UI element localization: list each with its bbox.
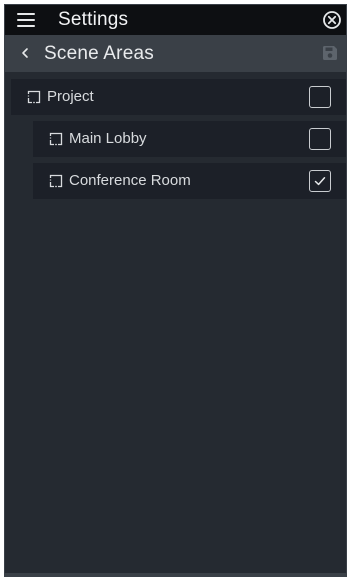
save-disk-icon[interactable]: [322, 45, 338, 61]
area-icon: [27, 90, 41, 104]
area-icon: [49, 174, 63, 188]
list-item-main-lobby[interactable]: Main Lobby: [33, 121, 346, 157]
sub-header: Scene Areas: [5, 35, 346, 72]
checkmark-icon: [314, 177, 326, 186]
bottom-divider: [5, 573, 346, 576]
list-item-label: Main Lobby: [69, 130, 147, 147]
list-item-conference-room[interactable]: Conference Room: [33, 163, 346, 199]
app-title: Settings: [58, 9, 129, 30]
list-item-project[interactable]: Project: [11, 79, 346, 115]
list-item-label: Project: [47, 88, 94, 105]
top-bar: Settings: [5, 5, 346, 35]
close-icon[interactable]: [322, 10, 342, 30]
area-icon: [49, 132, 63, 146]
page-title: Scene Areas: [44, 43, 154, 64]
checkbox-main-lobby[interactable]: [309, 128, 331, 150]
hamburger-menu-icon[interactable]: [17, 13, 35, 27]
list-item-label: Conference Room: [69, 172, 191, 189]
checkbox-conference-room[interactable]: [309, 170, 331, 192]
chevron-left-icon[interactable]: [19, 46, 31, 60]
app-window: Settings Scene Areas Project Main Lobby …: [4, 4, 347, 577]
checkbox-project[interactable]: [309, 86, 331, 108]
